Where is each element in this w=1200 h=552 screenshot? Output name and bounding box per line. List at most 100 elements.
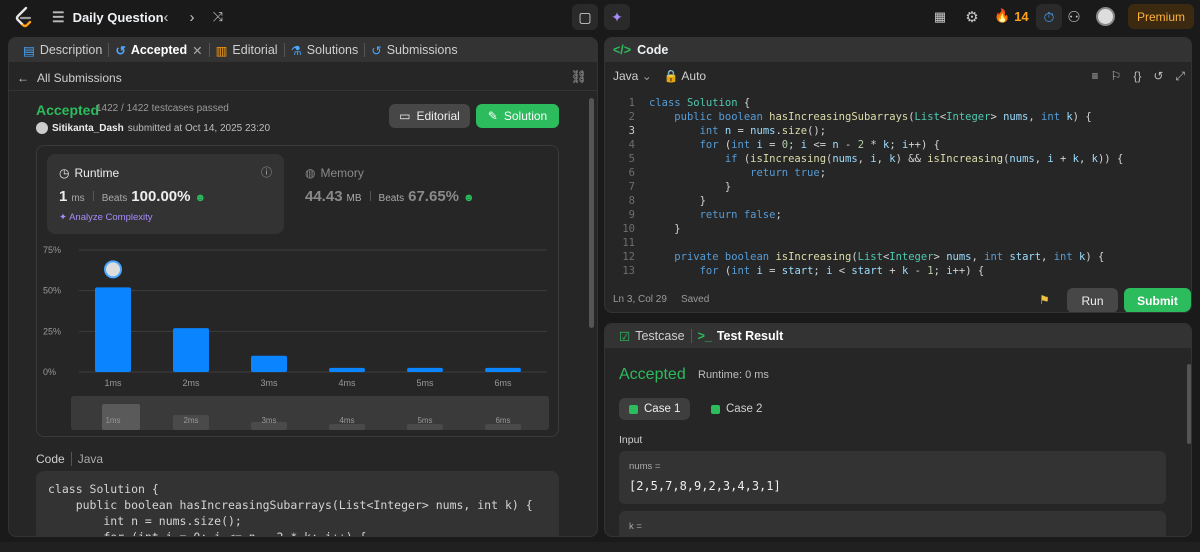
run-button[interactable]: Run bbox=[1067, 288, 1118, 312]
tab-accepted[interactable]: ↺ Accepted ✕ bbox=[109, 38, 208, 62]
grid-layout-icon[interactable]: ▦ bbox=[930, 7, 950, 27]
language-select[interactable]: Java ⌄ bbox=[613, 69, 652, 83]
add-friend-icon[interactable]: ⚇ bbox=[1064, 7, 1084, 27]
lock-icon: 🔒 bbox=[663, 69, 679, 83]
x-tick-label: 2ms bbox=[182, 378, 200, 388]
user-position-marker bbox=[104, 260, 122, 279]
all-submissions-link[interactable]: ← All Submissions bbox=[17, 71, 122, 85]
submitter-name[interactable]: Sitikanta_Dash bbox=[52, 123, 124, 134]
tab-test-result[interactable]: >_ Test Result bbox=[692, 324, 790, 348]
share-link-icon[interactable]: ⛓ bbox=[570, 69, 587, 85]
arrow-left-icon: ← bbox=[17, 71, 29, 85]
editorial-button[interactable]: ▭ Editorial bbox=[389, 104, 470, 128]
fire-icon: 🔥 bbox=[994, 8, 1011, 23]
fullscreen-icon[interactable]: ⤢ bbox=[1175, 69, 1185, 84]
input-k-box: k = bbox=[619, 511, 1166, 536]
braces-icon[interactable]: {} bbox=[1133, 69, 1141, 84]
problem-list-button[interactable]: ☰ Daily Question bbox=[52, 9, 164, 26]
user-avatar[interactable] bbox=[1096, 7, 1115, 26]
editor-title: Code bbox=[637, 43, 669, 57]
result-runtime: Runtime: 0 ms bbox=[698, 369, 769, 381]
ai-sparkle-icon[interactable]: ✦ bbox=[604, 4, 630, 30]
party-emoji-icon: ☻ bbox=[194, 192, 207, 204]
solution-button[interactable]: ✎ Solution bbox=[476, 104, 559, 128]
analyze-complexity-link[interactable]: ✦ Analyze Complexity bbox=[59, 212, 153, 223]
memory-chip-icon: ◍ bbox=[305, 166, 316, 180]
chart-bar bbox=[173, 328, 209, 372]
close-tab-icon[interactable]: ✕ bbox=[192, 43, 202, 58]
stats-box: ◷ Runtime ⓘ 1 ms Beats 100.00% ☻ ✦ Analyz… bbox=[36, 145, 559, 437]
debug-bug-icon[interactable]: ⚑ bbox=[1039, 293, 1050, 307]
premium-button[interactable]: Premium bbox=[1128, 4, 1194, 29]
code-line: for (int i = 0; i <= n - 2 * k; i++) { bbox=[48, 530, 367, 537]
code-section-label: Code Java bbox=[36, 452, 104, 466]
memory-beats: 67.65% bbox=[408, 188, 459, 205]
tab-editorial[interactable]: ▥ Editorial bbox=[210, 38, 284, 62]
code-line: public boolean hasIncreasingSubarrays(Li… bbox=[48, 498, 533, 512]
y-tick-label: 25% bbox=[43, 326, 61, 336]
timer-icon[interactable]: ⏱ bbox=[1036, 4, 1062, 30]
submitter-info: Sitikanta_Dash submitted at Oct 14, 2025… bbox=[36, 122, 270, 134]
y-tick-label: 75% bbox=[43, 245, 61, 255]
info-icon[interactable]: ⓘ bbox=[261, 164, 272, 180]
result-tab-bar: ☑ Testcase >_ Test Result bbox=[605, 324, 1191, 348]
chevron-down-icon: ⌄ bbox=[641, 69, 652, 83]
tab-description[interactable]: ▤ Description bbox=[17, 38, 108, 62]
settings-gear-icon[interactable]: ⚙ bbox=[962, 7, 982, 27]
y-tick-label: 0% bbox=[43, 367, 56, 377]
tab-solutions[interactable]: ⚗ Solutions bbox=[285, 38, 365, 62]
runtime-distribution-chart[interactable]: 75% 50% 25% 0% 1ms 2ms 3ms 4ms 5ms 6ms 1ms 2ms 3ms 4m… bbox=[37, 238, 560, 438]
auto-mode-toggle[interactable]: 🔒 Auto bbox=[664, 69, 706, 83]
tab-testcase[interactable]: ☑ Testcase bbox=[613, 324, 691, 348]
submitted-time: submitted at Oct 14, 2025 23:20 bbox=[127, 122, 271, 134]
range-tick-label: 2ms bbox=[183, 416, 198, 425]
edit-icon: ✎ bbox=[487, 109, 498, 123]
range-tick-label: 5ms bbox=[417, 416, 432, 425]
history-icon: ↺ bbox=[371, 43, 382, 58]
clock-icon: ◷ bbox=[59, 166, 70, 180]
notes-icon[interactable]: ▢ bbox=[572, 4, 598, 30]
user-avatar-small bbox=[36, 122, 48, 134]
submission-panel: ▤ Description ↺ Accepted ✕ ▥ Editorial ⚗ Solu… bbox=[8, 37, 598, 537]
editor-tab-bar: </> Code bbox=[605, 38, 1191, 62]
x-tick-label: 5ms bbox=[416, 378, 434, 388]
x-tick-label: 4ms bbox=[338, 378, 356, 388]
case-1-button[interactable]: Case 1 bbox=[619, 398, 691, 420]
memory-card[interactable]: ◍ Memory 44.43 MB Beats 67.65% ☻ bbox=[305, 154, 535, 234]
os-taskbar bbox=[0, 542, 1200, 552]
result-scrollbar[interactable] bbox=[1187, 364, 1191, 444]
code-line: int n = nums.size(); bbox=[48, 514, 242, 528]
runtime-card[interactable]: ◷ Runtime ⓘ 1 ms Beats 100.00% ☻ ✦ Analyz… bbox=[47, 154, 284, 234]
range-tick-label: 3ms bbox=[261, 416, 276, 425]
range-tick-label: 6ms bbox=[495, 416, 510, 425]
check-icon bbox=[711, 404, 720, 414]
case-2-button[interactable]: Case 2 bbox=[701, 398, 772, 420]
code-editor[interactable]: 1 class Solution { 2 public boolean hasIn… bbox=[605, 93, 1191, 279]
range-tick-label: 1ms bbox=[105, 416, 120, 425]
leetcode-logo-icon[interactable] bbox=[14, 6, 34, 28]
check-icon bbox=[629, 404, 638, 414]
chart-bar bbox=[329, 367, 365, 372]
format-icon[interactable]: ≡ bbox=[1092, 69, 1099, 84]
submit-button[interactable]: Submit bbox=[1124, 288, 1191, 312]
description-icon: ▤ bbox=[23, 43, 35, 58]
tab-submissions[interactable]: ↺ Submissions bbox=[365, 38, 463, 62]
cursor-position: Ln 3, Col 29 bbox=[613, 294, 667, 305]
bookmark-icon[interactable]: ⚐ bbox=[1111, 69, 1122, 84]
runtime-value: 1 bbox=[59, 188, 68, 205]
next-problem-icon[interactable]: › bbox=[182, 7, 202, 27]
left-scrollbar[interactable] bbox=[589, 98, 594, 328]
result-status: Accepted bbox=[619, 366, 686, 383]
nums-value: [2,5,7,8,9,2,3,4,3,1] bbox=[629, 479, 781, 493]
save-status: Saved bbox=[680, 294, 710, 305]
party-emoji-icon: ☻ bbox=[463, 192, 475, 204]
book-open-icon: ▭ bbox=[399, 109, 411, 123]
reset-icon[interactable]: ↺ bbox=[1153, 69, 1163, 84]
shuffle-icon[interactable]: ⤨ bbox=[208, 7, 228, 27]
terminal-icon: >_ bbox=[697, 329, 712, 343]
list-icon: ☰ bbox=[52, 9, 65, 25]
prev-problem-icon[interactable]: ‹ bbox=[156, 7, 176, 27]
history-icon: ↺ bbox=[115, 43, 126, 58]
range-tick-label: 4ms bbox=[339, 416, 354, 425]
streak-counter[interactable]: 🔥 14 bbox=[994, 8, 1029, 24]
